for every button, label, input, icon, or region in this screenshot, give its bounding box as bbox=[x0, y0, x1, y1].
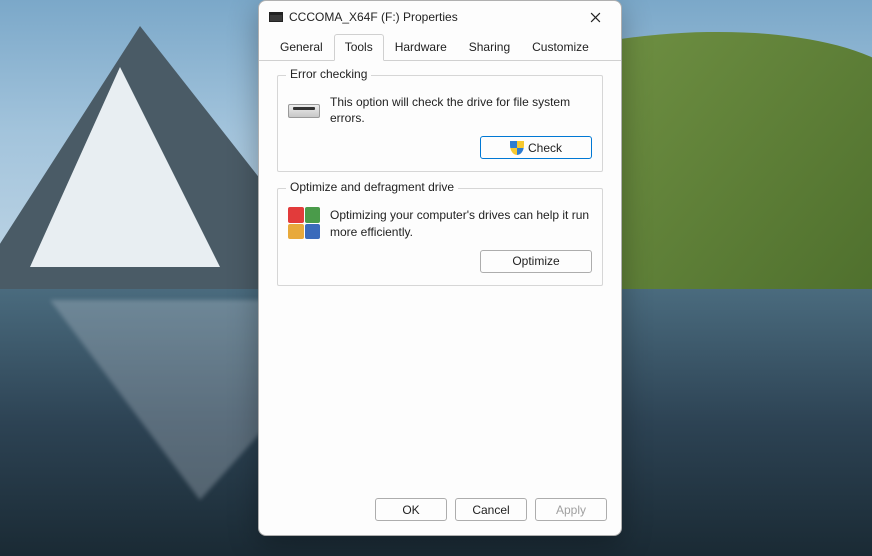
drive-icon bbox=[269, 12, 283, 22]
close-icon bbox=[590, 12, 601, 23]
defragment-icon bbox=[288, 207, 320, 239]
optimize-title: Optimize and defragment drive bbox=[286, 180, 458, 194]
tab-customize[interactable]: Customize bbox=[521, 34, 600, 61]
error-checking-description: This option will check the drive for fil… bbox=[330, 94, 592, 126]
tab-hardware[interactable]: Hardware bbox=[384, 34, 458, 61]
hard-drive-icon bbox=[288, 96, 320, 118]
properties-dialog: CCCOMA_X64F (F:) Properties General Tool… bbox=[258, 0, 622, 536]
check-button[interactable]: Check bbox=[480, 136, 592, 159]
tab-tools[interactable]: Tools bbox=[334, 34, 384, 61]
optimize-description: Optimizing your computer's drives can he… bbox=[330, 207, 592, 239]
error-checking-title: Error checking bbox=[286, 67, 371, 81]
dialog-footer: OK Cancel Apply bbox=[259, 488, 621, 535]
close-button[interactable] bbox=[575, 3, 615, 31]
ok-button[interactable]: OK bbox=[375, 498, 447, 521]
cancel-button[interactable]: Cancel bbox=[455, 498, 527, 521]
optimize-group: Optimize and defragment drive Optimizing… bbox=[277, 188, 603, 285]
tab-content-tools: Error checking This option will check th… bbox=[259, 61, 621, 488]
check-button-label: Check bbox=[528, 141, 562, 155]
error-checking-group: Error checking This option will check th… bbox=[277, 75, 603, 172]
window-title: CCCOMA_X64F (F:) Properties bbox=[289, 10, 575, 24]
tab-sharing[interactable]: Sharing bbox=[458, 34, 521, 61]
optimize-button[interactable]: Optimize bbox=[480, 250, 592, 273]
uac-shield-icon bbox=[510, 141, 524, 155]
tab-general[interactable]: General bbox=[269, 34, 334, 61]
optimize-button-label: Optimize bbox=[512, 254, 559, 268]
titlebar[interactable]: CCCOMA_X64F (F:) Properties bbox=[259, 1, 621, 33]
tab-strip: General Tools Hardware Sharing Customize bbox=[259, 33, 621, 61]
apply-button[interactable]: Apply bbox=[535, 498, 607, 521]
